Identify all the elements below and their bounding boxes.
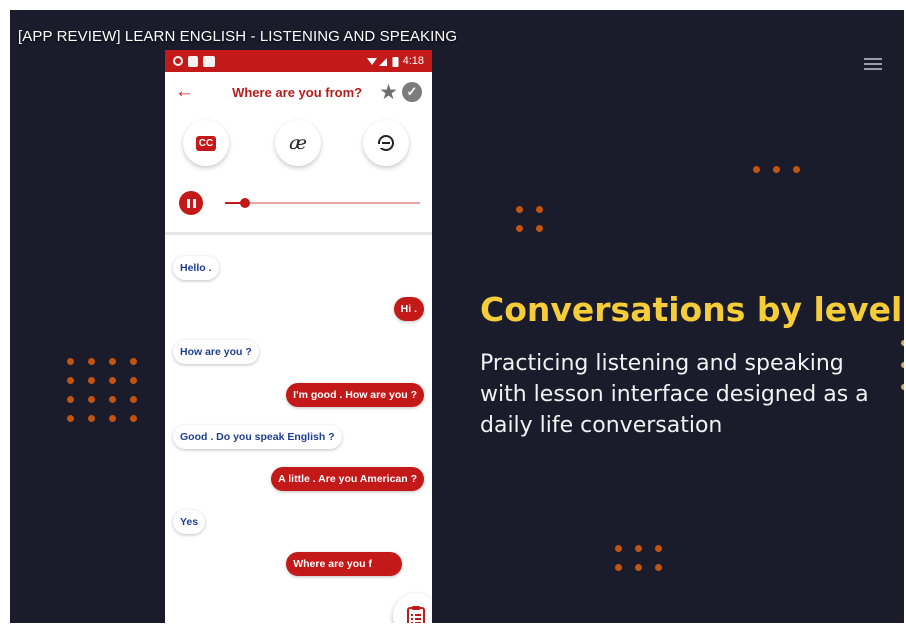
message-bubble-incoming[interactable]: Hello . (173, 256, 219, 280)
captions-button[interactable]: CC (183, 120, 229, 166)
video-title: [APP REVIEW] LEARN ENGLISH - LISTENING A… (18, 28, 458, 45)
decorative-dots-bottom (615, 545, 662, 571)
promo-description-line: with lesson interface designed as a (480, 382, 869, 407)
app-bar: ← Where are you from? ★ ✓ (165, 72, 432, 112)
phone-screen: 4:18 ← Where are you from? ★ ✓ CC æ Hell… (165, 50, 432, 623)
clipboard-list-icon (407, 606, 425, 623)
star-icon[interactable]: ★ (379, 80, 398, 105)
message-bubble-incoming[interactable]: Good . Do you speak English ? (173, 425, 342, 449)
phonetics-button[interactable]: æ (275, 120, 321, 166)
notification-icon (203, 55, 215, 67)
signal-icon (366, 57, 387, 66)
arrow-left-icon[interactable]: ← (175, 81, 201, 103)
message-bubble-outgoing[interactable]: A little . Are you American ? (271, 467, 424, 491)
pause-button[interactable] (179, 191, 203, 215)
phonetics-label: æ (289, 132, 307, 154)
promo-description-line: daily life conversation (480, 413, 723, 438)
speech-button[interactable] (363, 120, 409, 166)
progress-knob[interactable] (239, 198, 250, 208)
message-bubble-outgoing[interactable]: Hi . (393, 297, 424, 321)
status-icons-right: 4:18 (366, 55, 424, 67)
decorative-dots-left (67, 358, 137, 422)
status-time: 4:18 (402, 55, 424, 67)
lesson-title: Where are you from? (232, 84, 363, 100)
battery-icon (392, 56, 399, 67)
notification-icon (173, 56, 183, 66)
floating-action-button[interactable] (393, 593, 432, 623)
message-bubble-outgoing[interactable]: I'm good . How are you ? (286, 383, 424, 407)
message-bubble-outgoing[interactable]: Where are you f (286, 552, 402, 576)
conversation-list: Hello . Hi . How are you ? I'm good . Ho… (165, 235, 432, 595)
notification-icon (188, 55, 198, 67)
audio-player (165, 184, 432, 224)
face-speech-icon (378, 135, 394, 151)
status-icons-left (173, 55, 215, 67)
decorative-dots-middle (516, 206, 543, 232)
captions-label: CC (195, 135, 217, 151)
check-circle-icon[interactable]: ✓ (402, 82, 422, 102)
decorative-dots-top-right (753, 166, 800, 173)
promo-description: Practicing listening and speaking with l… (480, 348, 900, 441)
decorative-edge-dots (901, 340, 904, 406)
hamburger-menu-icon[interactable] (864, 58, 882, 72)
video-frame: [APP REVIEW] LEARN ENGLISH - LISTENING A… (10, 10, 904, 623)
progress-slider[interactable] (225, 198, 420, 208)
promo-description-line: Practicing listening and speaking (480, 351, 844, 376)
status-bar: 4:18 (165, 50, 432, 72)
message-bubble-incoming[interactable]: Yes (173, 510, 206, 534)
promo-headline: Conversations by level (480, 290, 903, 329)
message-bubble-incoming[interactable]: How are you ? (173, 340, 259, 364)
lesson-tools: CC æ (165, 112, 432, 184)
